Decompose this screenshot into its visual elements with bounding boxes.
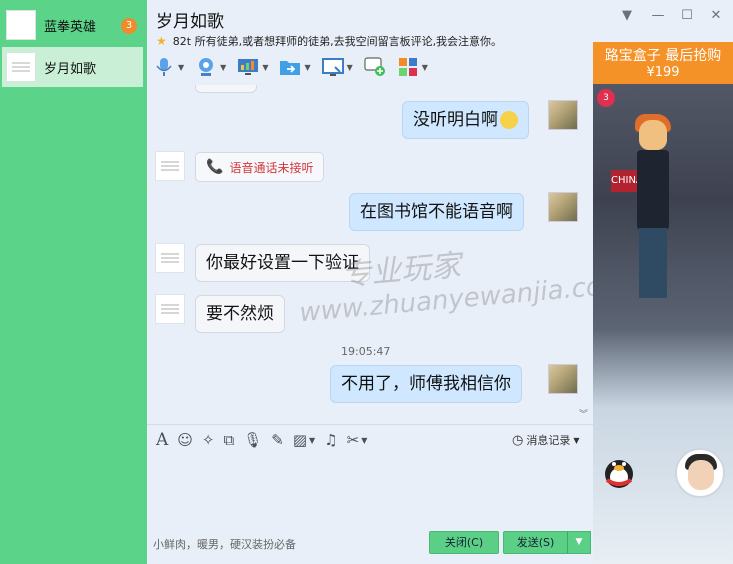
chat-add-icon	[364, 56, 386, 78]
message-bubble-in: 你最好设置一下验证	[195, 244, 370, 282]
chevron-down-icon[interactable]: ▼	[304, 63, 310, 72]
chevron-down-icon[interactable]: ▼	[347, 63, 353, 72]
avatar-character	[633, 114, 673, 305]
chat-toolbar: ▼ ▼ ▼ ▼ ▼ ▼	[153, 53, 439, 81]
camera-icon	[195, 56, 217, 78]
monitor-icon	[237, 56, 259, 78]
close-button[interactable]: 关闭(C)	[429, 531, 499, 554]
smiley-emoji-icon	[500, 111, 518, 129]
qq-penguin-icon[interactable]	[599, 450, 639, 490]
ad-panel[interactable]: 路宝盒子 最后抢购 ¥199 3 CHINA	[593, 42, 733, 564]
my-avatar[interactable]	[548, 364, 578, 394]
phone-icon: 📞	[206, 159, 224, 175]
add-friend-button[interactable]	[364, 56, 386, 78]
message-timestamp: 19:05:47	[341, 345, 391, 358]
contact-avatar[interactable]	[155, 151, 185, 181]
chevron-down-icon[interactable]: ▼	[309, 436, 315, 445]
edit-icon[interactable]: ✎	[271, 431, 284, 449]
ad-price: ¥199	[646, 65, 680, 80]
missed-call-notice: 📞 语音通话未接听	[195, 152, 325, 182]
ad-badge: 3	[597, 89, 615, 107]
message-bubble-out: 不用了，师傅我相信你	[330, 365, 522, 403]
my-avatar[interactable]	[548, 100, 578, 130]
avatar	[6, 10, 36, 40]
star-icon: ★	[156, 34, 167, 48]
font-icon[interactable]: A	[156, 430, 168, 450]
folder-icon	[279, 56, 301, 78]
my-avatar[interactable]	[548, 192, 578, 222]
chevron-down-icon[interactable]: ▼	[262, 63, 268, 72]
image-icon[interactable]: ▨ ▼	[293, 431, 315, 449]
contact-avatar[interactable]	[155, 243, 185, 273]
maximize-icon[interactable]: ☐	[679, 8, 695, 24]
chevron-down-icon[interactable]: ▼	[220, 63, 226, 72]
unread-badge: 3	[121, 18, 137, 34]
message-history-button[interactable]: ◷ 消息记录 ▼	[512, 432, 580, 448]
shake-icon[interactable]: ⧉	[224, 431, 235, 449]
voice-call-button[interactable]: ▼	[153, 56, 184, 78]
message-input[interactable]	[147, 452, 593, 530]
send-options-icon[interactable]: ▼	[567, 531, 591, 554]
chevron-down-icon: ▼	[573, 435, 580, 445]
dropdown-icon[interactable]: ▼	[619, 8, 635, 24]
apps-button[interactable]: ▼	[397, 56, 428, 78]
scroll-down-icon[interactable]: ︾	[579, 407, 588, 420]
message-bubble-in: 要不然烦	[195, 295, 285, 333]
signature-text: 82t 所有徒弟,或者想拜师的徒弟,去我空间留言板评论,我会注意你。	[172, 35, 503, 48]
contact-name: 岁月如歌	[44, 61, 97, 77]
chevron-down-icon[interactable]: ▼	[361, 436, 367, 445]
message-bubble-partial	[195, 85, 257, 93]
voice-message-icon[interactable]: 🎙	[243, 431, 262, 449]
music-icon[interactable]: ♫	[324, 431, 337, 449]
send-file-button[interactable]: ▼	[279, 56, 311, 78]
remote-desktop-button[interactable]: ▼	[237, 56, 268, 78]
emoji-icon[interactable]: ☺	[177, 431, 193, 449]
input-hint: 小鲜肉，暖男，硬汉装扮必备	[153, 538, 296, 551]
apps-grid-icon	[397, 56, 419, 78]
clock-icon: ◷	[512, 432, 524, 448]
contact-item-suiyue[interactable]: 岁月如歌	[2, 47, 143, 87]
input-toolbar: A ☺ ✧ ⧉ 🎙 ✎ ▨ ▼ ♫ ✂ ▼	[156, 430, 376, 450]
avatar	[6, 52, 36, 82]
video-call-button[interactable]: ▼	[195, 56, 226, 78]
ad-banner[interactable]: 路宝盒子 最后抢购 ¥199	[593, 42, 733, 84]
screen-icon	[321, 56, 344, 78]
microphone-icon	[153, 56, 175, 78]
screen-share-button[interactable]: ▼	[321, 56, 353, 78]
chevron-down-icon[interactable]: ▼	[422, 63, 428, 72]
contact-sidebar: 蓝拳英雄 3 岁月如歌	[0, 0, 147, 564]
message-bubble-out: 在图书馆不能语音啊	[349, 193, 524, 231]
contact-name: 蓝拳英雄	[44, 19, 97, 35]
signature: ★ 82t 所有徒弟,或者想拜师的徒弟,去我空间留言板评论,我会注意你。	[156, 33, 502, 49]
chat-title: 岁月如歌	[156, 12, 224, 32]
send-button[interactable]: 发送(S)	[503, 531, 568, 554]
message-bubble-out: 没听明白啊	[402, 101, 529, 139]
close-icon[interactable]: ✕	[708, 8, 724, 24]
ad-headline: 路宝盒子 最后抢购	[604, 48, 722, 64]
user-avatar[interactable]	[675, 448, 725, 498]
divider	[147, 424, 593, 425]
contact-item-lanquan[interactable]: 蓝拳英雄 3	[2, 5, 143, 45]
minimize-icon[interactable]: —	[650, 8, 666, 24]
chevron-down-icon[interactable]: ▼	[178, 63, 184, 72]
message-area[interactable]: 没听明白啊 📞 语音通话未接听 在图书馆不能语音啊 你最好设置一下验证 要不然烦…	[147, 85, 593, 421]
scissors-icon[interactable]: ✂ ▼	[347, 431, 368, 449]
contact-avatar[interactable]	[155, 294, 185, 324]
magic-wand-icon[interactable]: ✧	[202, 431, 215, 449]
